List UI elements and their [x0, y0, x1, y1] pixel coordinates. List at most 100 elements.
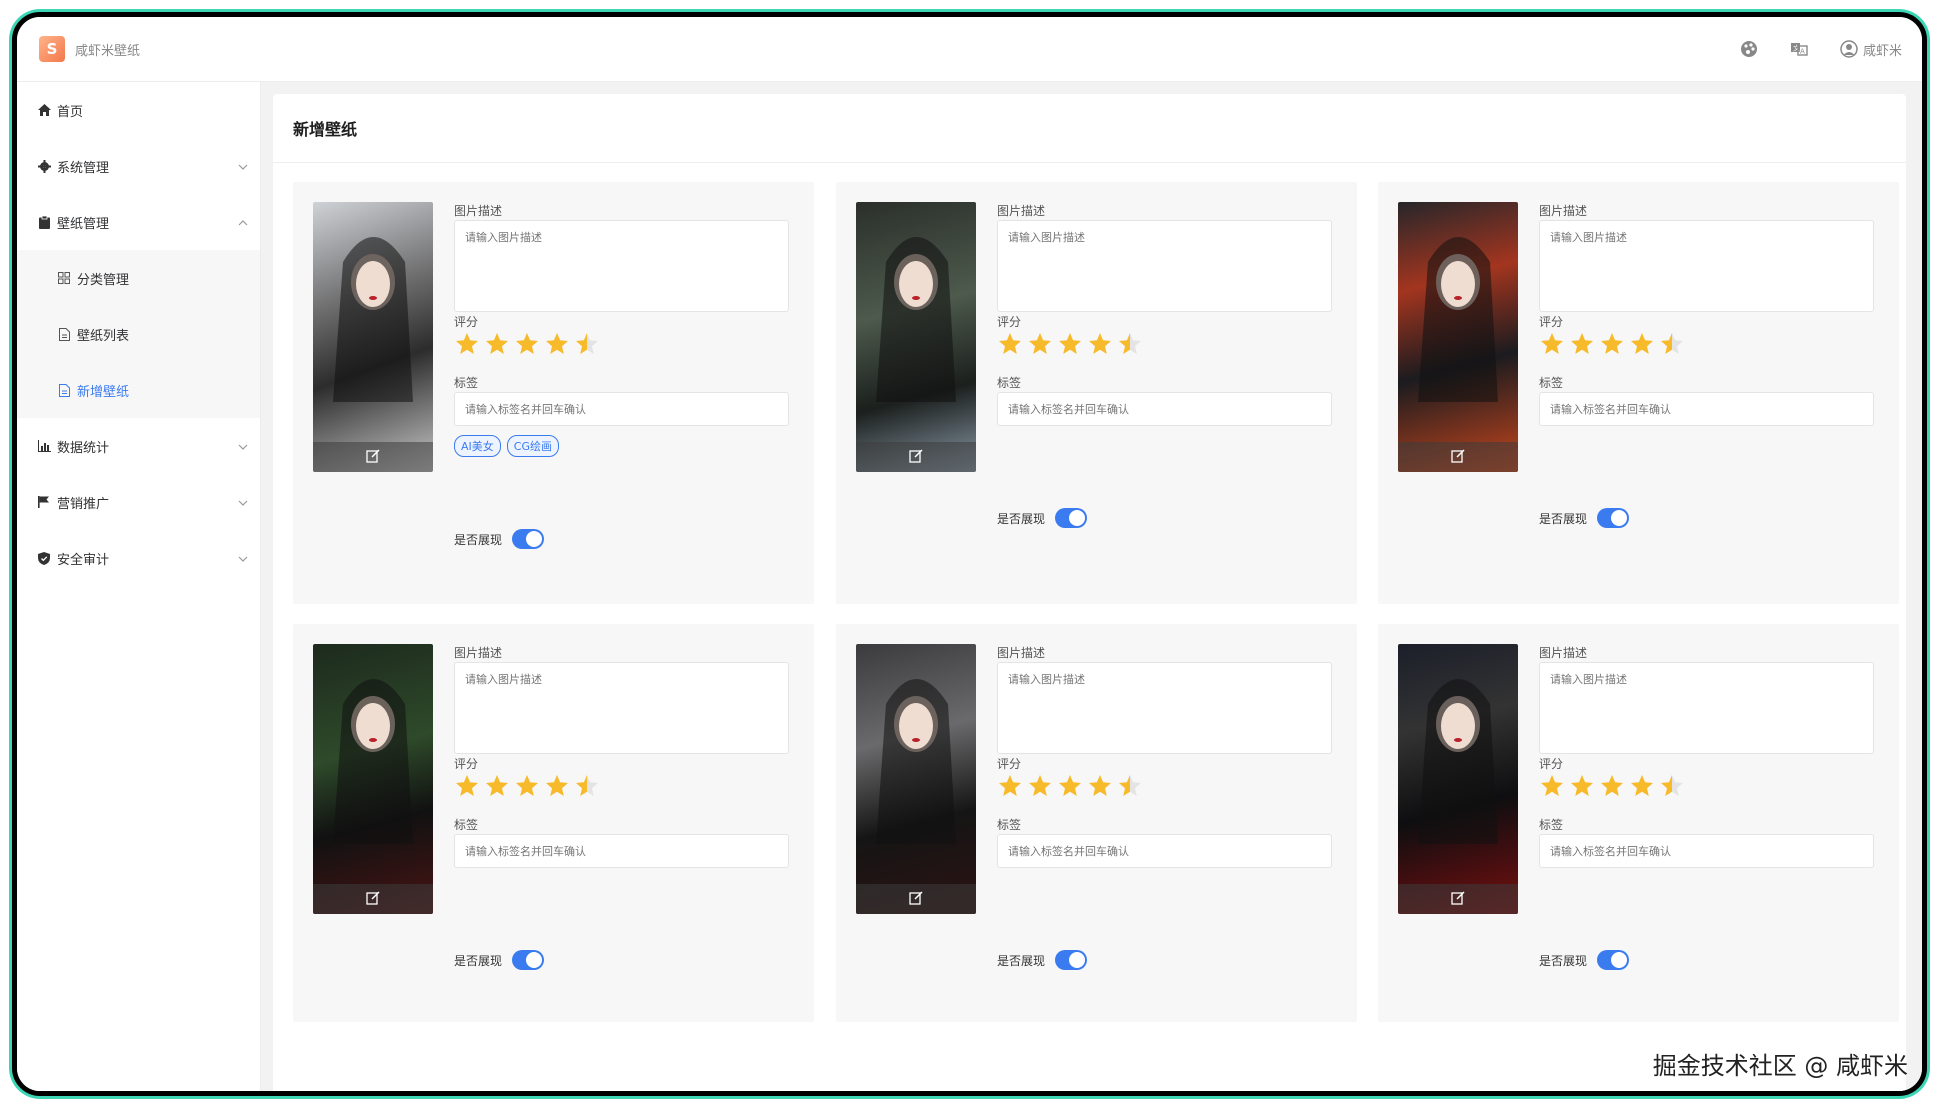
star-icon[interactable] [484, 331, 510, 357]
description-textarea[interactable] [998, 221, 1331, 311]
star-icon[interactable] [454, 773, 480, 799]
rating-stars[interactable] [454, 773, 604, 799]
rating-stars[interactable] [1539, 331, 1689, 357]
edit-icon [366, 448, 380, 467]
description-field[interactable] [997, 662, 1332, 754]
tags-field[interactable] [997, 392, 1332, 426]
edit-image-button[interactable] [1398, 884, 1518, 914]
description-textarea[interactable] [998, 663, 1331, 753]
user-avatar-icon[interactable] [1839, 39, 1859, 59]
tags-input[interactable] [1540, 835, 1873, 867]
star-icon[interactable] [574, 331, 600, 357]
tags-field[interactable] [997, 834, 1332, 868]
show-switch[interactable] [512, 950, 545, 970]
star-icon[interactable] [1629, 331, 1655, 357]
wallpaper-thumbnail[interactable] [856, 644, 976, 914]
star-icon[interactable] [514, 773, 540, 799]
sidebar-item-statistics[interactable]: 数据统计 [17, 418, 260, 474]
star-icon[interactable] [1539, 331, 1565, 357]
description-textarea[interactable] [455, 663, 788, 753]
star-icon[interactable] [1569, 331, 1595, 357]
star-icon[interactable] [1057, 331, 1083, 357]
star-icon[interactable] [1599, 331, 1625, 357]
star-icon[interactable] [1599, 773, 1625, 799]
description-textarea[interactable] [1540, 663, 1873, 753]
star-icon[interactable] [1569, 773, 1595, 799]
description-field[interactable] [1539, 220, 1874, 312]
tags-input[interactable] [1540, 393, 1873, 425]
sidebar-item-category[interactable]: 分类管理 [17, 250, 260, 306]
star-icon[interactable] [997, 331, 1023, 357]
star-icon[interactable] [1629, 773, 1655, 799]
user-name[interactable]: 咸虾米 [1863, 40, 1902, 59]
sidebar-item-security[interactable]: 安全审计 [17, 530, 260, 586]
wallpaper-thumbnail[interactable] [1398, 202, 1518, 472]
wallpaper-thumbnail[interactable] [313, 202, 433, 472]
star-icon[interactable] [1087, 773, 1113, 799]
edit-image-button[interactable] [313, 884, 433, 914]
tags-field[interactable] [1539, 834, 1874, 868]
tag-chip[interactable]: CG绘画 [506, 435, 559, 457]
app-logo[interactable]: S [39, 36, 65, 62]
star-icon[interactable] [1087, 331, 1113, 357]
edit-image-button[interactable] [856, 884, 976, 914]
edit-image-button[interactable] [313, 442, 433, 472]
sidebar-item-wallpaper[interactable]: 壁纸管理 [17, 194, 260, 250]
star-icon[interactable] [1027, 773, 1053, 799]
wallpaper-thumbnail[interactable] [856, 202, 976, 472]
edit-image-button[interactable] [856, 442, 976, 472]
translate-icon[interactable]: 文A [1789, 39, 1809, 59]
description-textarea[interactable] [1540, 221, 1873, 311]
tags-field[interactable] [454, 834, 789, 868]
wallpaper-thumbnail[interactable] [313, 644, 433, 914]
rating-stars[interactable] [454, 331, 604, 357]
description-field[interactable] [454, 220, 789, 312]
show-switch[interactable] [1597, 950, 1630, 970]
star-icon[interactable] [997, 773, 1023, 799]
tags-field[interactable] [1539, 392, 1874, 426]
star-icon[interactable] [1057, 773, 1083, 799]
description-textarea[interactable] [455, 221, 788, 311]
star-icon[interactable] [1539, 773, 1565, 799]
show-switch[interactable] [1055, 950, 1088, 970]
sidebar-item-label: 分类管理 [77, 272, 130, 288]
star-icon[interactable] [544, 773, 570, 799]
switch-knob [526, 531, 543, 547]
sidebar-item-wallpaper-list[interactable]: 壁纸列表 [17, 306, 260, 362]
star-icon[interactable] [514, 331, 540, 357]
tags-input[interactable] [455, 835, 788, 867]
star-icon[interactable] [544, 331, 570, 357]
show-switch[interactable] [1055, 508, 1088, 528]
sidebar-item-home[interactable]: 首页 [17, 82, 260, 138]
description-field[interactable] [454, 662, 789, 754]
rating-stars[interactable] [1539, 773, 1689, 799]
edit-image-button[interactable] [1398, 442, 1518, 472]
sidebar-item-add-wallpaper[interactable]: 新增壁纸 [17, 362, 260, 418]
sidebar: 首页 系统管理 壁纸管理 分类管理 壁纸列表 新增壁纸 数据统计 营销推广 安全… [17, 82, 261, 1091]
sidebar-item-marketing[interactable]: 营销推广 [17, 474, 260, 530]
tag-chip[interactable]: AI美女 [454, 435, 501, 457]
app-window: S 咸虾米壁纸 文A 咸虾米 首页 系统管理 壁纸管理 分类管理 壁纸列表 新增… [12, 12, 1927, 1096]
star-icon[interactable] [1659, 331, 1685, 357]
star-icon[interactable] [1117, 773, 1143, 799]
star-icon[interactable] [1027, 331, 1053, 357]
tags-input[interactable] [455, 393, 788, 425]
description-field[interactable] [997, 220, 1332, 312]
show-switch[interactable] [1597, 508, 1630, 528]
palette-icon[interactable] [1739, 39, 1759, 59]
wallpaper-thumbnail[interactable] [1398, 644, 1518, 914]
rating-stars[interactable] [997, 773, 1147, 799]
star-icon[interactable] [1659, 773, 1685, 799]
show-switch[interactable] [512, 529, 545, 549]
star-icon[interactable] [1117, 331, 1143, 357]
tags-input[interactable] [998, 835, 1331, 867]
star-icon[interactable] [454, 331, 480, 357]
tags-input[interactable] [998, 393, 1331, 425]
star-icon[interactable] [484, 773, 510, 799]
star-icon[interactable] [574, 773, 600, 799]
description-field[interactable] [1539, 662, 1874, 754]
show-toggle-row: 是否展现 [997, 508, 1088, 528]
rating-stars[interactable] [997, 331, 1147, 357]
sidebar-item-system[interactable]: 系统管理 [17, 138, 260, 194]
tags-field[interactable] [454, 392, 789, 426]
